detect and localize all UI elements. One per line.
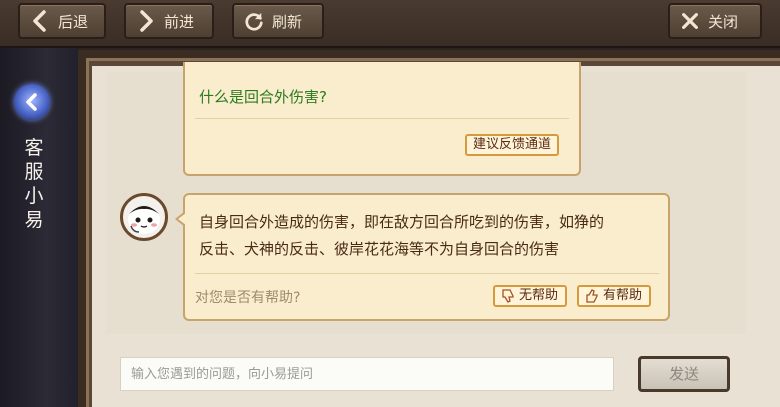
top-toolbar: 后退 前进 刷新 关闭	[0, 0, 780, 48]
sidebar-title: 客 服 小 易	[22, 136, 46, 232]
chevron-left-icon	[33, 10, 46, 32]
question-input[interactable]	[120, 357, 614, 391]
forward-label: 前进	[164, 12, 195, 31]
not-helpful-label: 无帮助	[519, 288, 559, 303]
feedback-channel-label: 建议反馈通道	[473, 137, 552, 152]
forward-button[interactable]: 前进	[124, 3, 214, 39]
answer-line: 自身回合外造成的伤害，即在敌方回合所吃到的伤害，如狰的	[199, 213, 605, 231]
refresh-button[interactable]: 刷新	[232, 3, 324, 39]
sidebar: 客 服 小 易	[0, 48, 78, 407]
thumbs-up-icon	[586, 289, 598, 303]
not-helpful-button[interactable]: 无帮助	[493, 285, 567, 307]
thumbs-down-icon	[502, 289, 514, 303]
helpful-label: 有帮助	[603, 288, 643, 303]
sidebar-title-char: 易	[24, 209, 44, 231]
close-icon	[682, 13, 698, 29]
assistant-face-icon	[128, 206, 160, 234]
question-bubble: 什么是回合外伤害? 建议反馈通道	[183, 62, 581, 176]
back-label: 后退	[58, 12, 89, 31]
assistant-avatar	[120, 193, 168, 241]
answer-bubble: 自身回合外造成的伤害，即在敌方回合所吃到的伤害，如狰的 反击、犬神的反击、彼岸花…	[175, 193, 670, 321]
sidebar-title-char: 客	[24, 137, 44, 159]
bubble-divider	[195, 118, 569, 119]
send-button[interactable]: 发送	[638, 356, 730, 392]
chevron-right-icon	[140, 10, 153, 32]
bubble-divider	[195, 273, 659, 274]
helpful-button[interactable]: 有帮助	[577, 285, 651, 307]
helpful-question: 对您是否有帮助?	[195, 290, 301, 306]
answer-text: 自身回合外造成的伤害，即在敌方回合所吃到的伤害，如狰的 反击、犬神的反击、彼岸花…	[199, 209, 649, 263]
refresh-label: 刷新	[272, 12, 303, 31]
chevron-left-icon	[26, 93, 37, 111]
sidebar-title-char: 小	[24, 185, 44, 207]
sidebar-title-char: 服	[24, 161, 44, 183]
question-link[interactable]: 什么是回合外伤害?	[199, 86, 327, 107]
back-button[interactable]: 后退	[18, 3, 106, 39]
close-button[interactable]: 关闭	[668, 3, 762, 39]
refresh-icon	[245, 12, 263, 31]
answer-line: 反击、犬神的反击、彼岸花花海等不为自身回合的伤害	[199, 240, 560, 258]
collapse-sidebar-button[interactable]	[14, 84, 50, 120]
feedback-channel-button[interactable]: 建议反馈通道	[465, 134, 560, 156]
bubble-tail	[175, 211, 186, 227]
close-label: 关闭	[708, 12, 739, 31]
